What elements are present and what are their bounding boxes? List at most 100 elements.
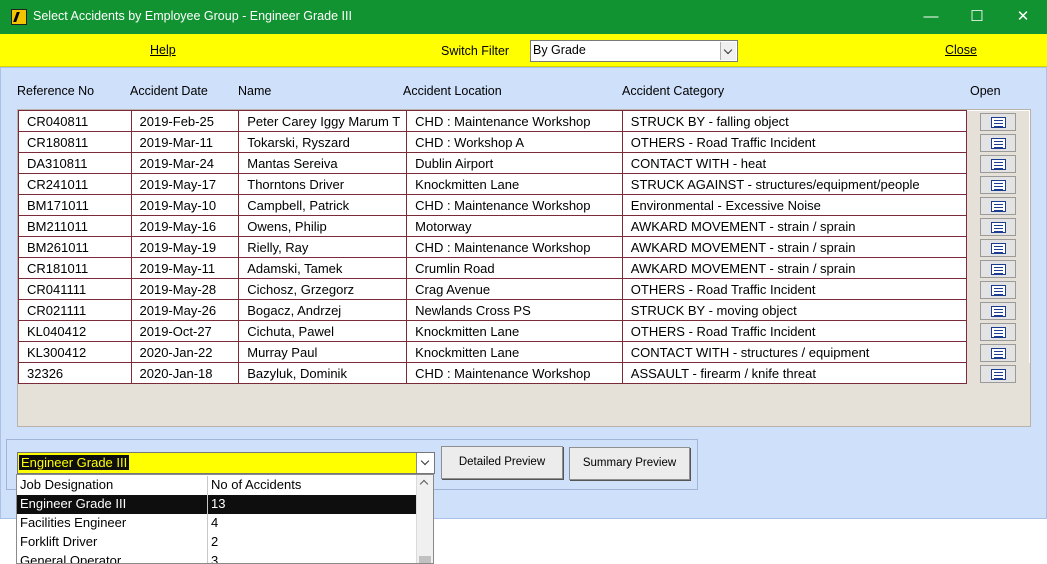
cell-accident-location[interactable]: CHD : Maintenance Workshop bbox=[406, 236, 623, 258]
cell-accident-location[interactable]: Crumlin Road bbox=[406, 257, 623, 279]
cell-reference-no[interactable]: CR241011 bbox=[18, 173, 132, 195]
cell-reference-no[interactable]: CR041111 bbox=[18, 278, 132, 300]
cell-accident-date[interactable]: 2019-Mar-11 bbox=[130, 131, 240, 153]
open-record-button[interactable] bbox=[980, 343, 1017, 362]
cell-accident-date[interactable]: 2019-Feb-25 bbox=[130, 110, 240, 132]
cell-accident-date[interactable]: 2019-May-10 bbox=[130, 194, 240, 216]
cell-reference-no[interactable]: CR021111 bbox=[18, 299, 132, 321]
dropdown-scrollbar[interactable] bbox=[416, 475, 433, 563]
cell-reference-no[interactable]: BM211011 bbox=[18, 215, 132, 237]
cell-name[interactable]: Cichosz, Grzegorz bbox=[238, 278, 408, 300]
cell-accident-date[interactable]: 2019-Oct-27 bbox=[130, 320, 240, 342]
open-record-button[interactable] bbox=[980, 154, 1017, 173]
cell-name[interactable]: Bazyluk, Dominik bbox=[238, 362, 408, 384]
table-row[interactable]: CR181011 2019-May-11 Adamski, Tamek Crumlin… bbox=[18, 257, 1030, 279]
table-row[interactable]: CR041111 2019-May-28 Cichosz, Grzegorz Crag… bbox=[18, 278, 1030, 300]
table-row[interactable]: CR040811 2019-Feb-25 Peter Carey Iggy Maru… bbox=[18, 110, 1030, 132]
table-row[interactable]: DA310811 2019-Mar-24 Mantas Sereiva Dublin … bbox=[18, 152, 1030, 174]
cell-name[interactable]: Campbell, Patrick bbox=[238, 194, 408, 216]
open-record-button[interactable] bbox=[980, 259, 1017, 278]
close-window-button[interactable]: ✕ bbox=[1000, 3, 1046, 31]
cell-name[interactable]: Adamski, Tamek bbox=[238, 257, 408, 279]
open-record-button[interactable] bbox=[980, 217, 1017, 236]
cell-accident-location[interactable]: Newlands Cross PS bbox=[406, 299, 623, 321]
chevron-down-icon[interactable] bbox=[720, 42, 736, 60]
cell-accident-location[interactable]: CHD : Maintenance Workshop bbox=[406, 110, 623, 132]
table-row[interactable]: 32326 2020-Jan-18 Bazyluk, Dominik CHD : Ma… bbox=[18, 362, 1030, 384]
cell-name[interactable]: Peter Carey Iggy Marum T bbox=[238, 110, 408, 132]
cell-accident-date[interactable]: 2020-Jan-18 bbox=[130, 362, 240, 384]
cell-accident-category[interactable]: CONTACT WITH - structures / equipment bbox=[621, 341, 968, 363]
cell-accident-category[interactable]: STRUCK AGAINST - structures/equipment/pe… bbox=[621, 173, 968, 195]
cell-reference-no[interactable]: CR181011 bbox=[18, 257, 132, 279]
cell-reference-no[interactable]: KL040412 bbox=[18, 320, 132, 342]
table-row[interactable]: BM261011 2019-May-19 Rielly, Ray CHD : Main… bbox=[18, 236, 1030, 258]
cell-accident-date[interactable]: 2019-May-19 bbox=[130, 236, 240, 258]
cell-accident-location[interactable]: Knockmitten Lane bbox=[406, 341, 623, 363]
open-record-button[interactable] bbox=[980, 280, 1017, 299]
cell-name[interactable]: Rielly, Ray bbox=[238, 236, 408, 258]
cell-accident-date[interactable]: 2019-May-16 bbox=[130, 215, 240, 237]
table-row[interactable]: CR021111 2019-May-26 Bogacz, Andrzej Newlan… bbox=[18, 299, 1030, 321]
cell-reference-no[interactable]: BM261011 bbox=[18, 236, 132, 258]
cell-name[interactable]: Thorntons Driver bbox=[238, 173, 408, 195]
cell-accident-location[interactable]: CHD : Workshop A bbox=[406, 131, 623, 153]
cell-accident-category[interactable]: STRUCK BY - moving object bbox=[621, 299, 968, 321]
cell-reference-no[interactable]: BM171011 bbox=[18, 194, 132, 216]
open-record-button[interactable] bbox=[980, 196, 1017, 215]
minimize-button[interactable]: — bbox=[908, 3, 954, 31]
scroll-thumb[interactable] bbox=[419, 556, 431, 563]
cell-accident-category[interactable]: ASSAULT - firearm / knife threat bbox=[621, 362, 968, 384]
cell-accident-location[interactable]: Motorway bbox=[406, 215, 623, 237]
table-row[interactable]: KL040412 2019-Oct-27 Cichuta, Pawel Knockmi… bbox=[18, 320, 1030, 342]
switch-filter-combo[interactable]: By Grade bbox=[530, 40, 738, 62]
cell-reference-no[interactable]: 32326 bbox=[18, 362, 132, 384]
open-record-button[interactable] bbox=[980, 133, 1017, 152]
cell-accident-category[interactable]: AWKARD MOVEMENT - strain / sprain bbox=[621, 215, 968, 237]
cell-accident-location[interactable]: CHD : Maintenance Workshop bbox=[406, 194, 623, 216]
dropdown-option[interactable]: Forklift Driver 2 bbox=[17, 533, 416, 552]
cell-accident-location[interactable]: Crag Avenue bbox=[406, 278, 623, 300]
open-record-button[interactable] bbox=[980, 238, 1017, 257]
cell-name[interactable]: Bogacz, Andrzej bbox=[238, 299, 408, 321]
open-record-button[interactable] bbox=[980, 364, 1017, 383]
grade-dropdown-list[interactable]: Job Designation No of Accidents Engineer… bbox=[16, 474, 434, 564]
help-link[interactable]: Help bbox=[150, 43, 176, 57]
cell-accident-category[interactable]: CONTACT WITH - heat bbox=[621, 152, 968, 174]
table-row[interactable]: CR180811 2019-Mar-11 Tokarski, Ryszard CHD … bbox=[18, 131, 1030, 153]
cell-accident-category[interactable]: OTHERS - Road Traffic Incident bbox=[621, 320, 968, 342]
chevron-down-icon[interactable] bbox=[416, 453, 434, 473]
cell-accident-date[interactable]: 2019-May-26 bbox=[130, 299, 240, 321]
maximize-button[interactable]: ☐ bbox=[954, 3, 1000, 31]
open-record-button[interactable] bbox=[980, 112, 1017, 131]
dropdown-option[interactable]: Facilities Engineer 4 bbox=[17, 514, 416, 533]
open-record-button[interactable] bbox=[980, 301, 1017, 320]
table-row[interactable]: BM171011 2019-May-10 Campbell, Patrick CHD … bbox=[18, 194, 1030, 216]
cell-accident-category[interactable]: OTHERS - Road Traffic Incident bbox=[621, 131, 968, 153]
open-record-button[interactable] bbox=[980, 175, 1017, 194]
scroll-up-icon[interactable] bbox=[419, 479, 429, 489]
cell-accident-location[interactable]: Knockmitten Lane bbox=[406, 320, 623, 342]
cell-accident-category[interactable]: AWKARD MOVEMENT - strain / sprain bbox=[621, 236, 968, 258]
cell-accident-location[interactable]: CHD : Maintenance Workshop bbox=[406, 362, 623, 384]
cell-accident-date[interactable]: 2020-Jan-22 bbox=[130, 341, 240, 363]
cell-accident-category[interactable]: Environmental - Excessive Noise bbox=[621, 194, 968, 216]
table-row[interactable]: CR241011 2019-May-17 Thorntons Driver Knock… bbox=[18, 173, 1030, 195]
cell-reference-no[interactable]: KL300412 bbox=[18, 341, 132, 363]
detailed-preview-button[interactable]: Detailed Preview bbox=[441, 446, 563, 479]
cell-accident-location[interactable]: Dublin Airport bbox=[406, 152, 623, 174]
dropdown-option[interactable]: Engineer Grade III 13 bbox=[17, 495, 416, 514]
cell-name[interactable]: Tokarski, Ryszard bbox=[238, 131, 408, 153]
table-row[interactable]: KL300412 2020-Jan-22 Murray Paul Knockmitte… bbox=[18, 341, 1030, 363]
dropdown-option[interactable]: General Operator 3 bbox=[17, 552, 416, 563]
cell-reference-no[interactable]: CR180811 bbox=[18, 131, 132, 153]
cell-accident-category[interactable]: STRUCK BY - falling object bbox=[621, 110, 968, 132]
cell-accident-date[interactable]: 2019-May-17 bbox=[130, 173, 240, 195]
cell-reference-no[interactable]: CR040811 bbox=[18, 110, 132, 132]
summary-preview-button[interactable]: Summary Preview bbox=[569, 447, 690, 480]
cell-name[interactable]: Owens, Philip bbox=[238, 215, 408, 237]
cell-reference-no[interactable]: DA310811 bbox=[18, 152, 132, 174]
cell-accident-date[interactable]: 2019-May-11 bbox=[130, 257, 240, 279]
close-link[interactable]: Close bbox=[945, 43, 977, 57]
cell-accident-location[interactable]: Knockmitten Lane bbox=[406, 173, 623, 195]
